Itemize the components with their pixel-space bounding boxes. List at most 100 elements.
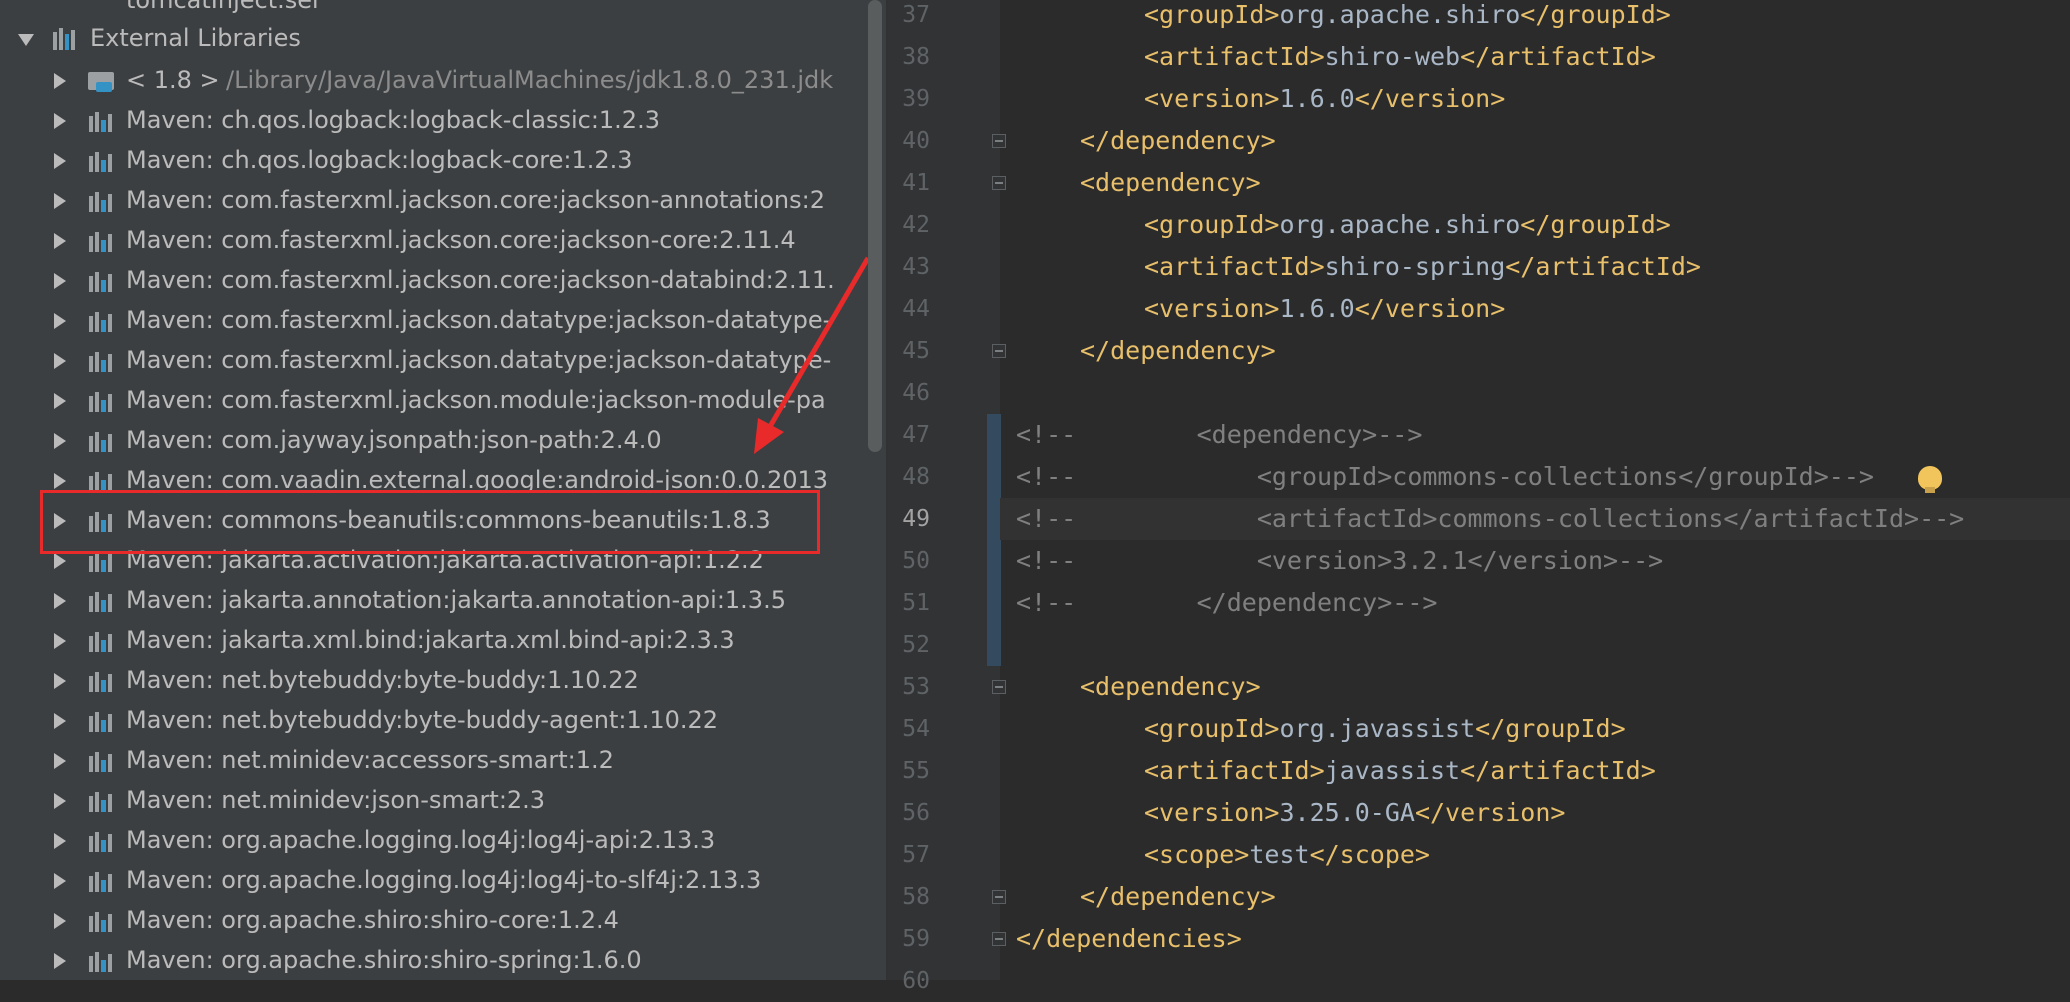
library-icon <box>89 832 112 852</box>
fold-marker-icon[interactable] <box>992 932 1006 946</box>
chevron-right-icon[interactable] <box>54 353 66 369</box>
tree-row-label: Maven: jakarta.annotation:jakarta.annota… <box>126 586 786 614</box>
tree-row-library[interactable]: Maven: ch.qos.logback:logback-core:1.2.3 <box>0 140 866 180</box>
tree-row-library[interactable]: Maven: org.apache.shiro:shiro-core:1.2.4 <box>0 900 866 940</box>
library-icon <box>89 472 112 492</box>
library-icon <box>89 312 112 332</box>
chevron-right-icon[interactable] <box>54 513 66 529</box>
tree-row-library[interactable]: Maven: net.bytebuddy:byte-buddy:1.10.22 <box>0 660 866 700</box>
tree-row-library[interactable]: Maven: net.bytebuddy:byte-buddy-agent:1.… <box>0 700 866 740</box>
tree-row-library[interactable]: Maven: net.minidev:json-smart:2.3 <box>0 780 866 820</box>
code-line[interactable]: <artifactId>javassist</artifactId> <box>1144 750 1656 792</box>
code-line[interactable]: <scope>test</scope> <box>1144 834 1430 876</box>
tree-row-library[interactable]: Maven: ch.qos.logback:logback-classic:1.… <box>0 100 866 140</box>
vcs-change-marker[interactable] <box>987 414 1001 666</box>
tree-row-library[interactable]: Maven: jakarta.annotation:jakarta.annota… <box>0 580 866 620</box>
library-icon <box>89 392 112 412</box>
library-icon <box>89 952 112 972</box>
code-line[interactable]: <artifactId>shiro-web</artifactId> <box>1144 36 1656 78</box>
annotation-arrow <box>754 256 871 454</box>
fold-marker-icon[interactable] <box>992 176 1006 190</box>
code-line[interactable]: </dependency> <box>1080 330 1276 372</box>
chevron-right-icon[interactable] <box>54 713 66 729</box>
code-line[interactable]: <version>1.6.0</version> <box>1144 78 1505 120</box>
library-icon <box>89 272 112 292</box>
chevron-down-icon[interactable] <box>18 34 34 46</box>
chevron-right-icon[interactable] <box>54 473 66 489</box>
code-line[interactable]: <groupId>org.javassist</groupId> <box>1144 708 1626 750</box>
code-line[interactable]: <!-- <version>3.2.1</version>--> <box>1016 540 1663 582</box>
tree-row-label: Maven: jakarta.activation:jakarta.activa… <box>126 546 764 574</box>
library-icon <box>89 592 112 612</box>
tree-row-library[interactable]: Maven: net.minidev:accessors-smart:1.2 <box>0 740 866 780</box>
chevron-right-icon[interactable] <box>54 113 66 129</box>
line-number: 49 <box>902 506 930 532</box>
chevron-right-icon[interactable] <box>54 73 66 89</box>
code-line[interactable]: <artifactId>shiro-spring</artifactId> <box>1144 246 1701 288</box>
library-icon <box>89 152 112 172</box>
chevron-right-icon[interactable] <box>54 393 66 409</box>
chevron-right-icon[interactable] <box>54 593 66 609</box>
tree-row-library[interactable]: Maven: org.apache.logging.log4j:log4j-ap… <box>0 820 866 860</box>
code-line[interactable]: <!-- </dependency>--> <box>1016 582 1437 624</box>
code-line[interactable]: <groupId>org.apache.shiro</groupId> <box>1144 204 1671 246</box>
chevron-right-icon[interactable] <box>54 913 66 929</box>
lightbulb-icon[interactable] <box>1918 466 1942 493</box>
code-line[interactable]: </dependency> <box>1080 120 1276 162</box>
tree-row-label: Maven: net.bytebuddy:byte-buddy-agent:1.… <box>126 706 719 734</box>
code-line[interactable]: <!-- <artifactId>commons-collections</ar… <box>1016 498 1964 540</box>
code-line[interactable]: </dependency> <box>1080 876 1276 918</box>
code-line[interactable]: <version>1.6.0</version> <box>1144 288 1505 330</box>
chevron-right-icon[interactable] <box>54 753 66 769</box>
library-icon <box>89 712 112 732</box>
chevron-right-icon[interactable] <box>54 873 66 889</box>
chevron-right-icon[interactable] <box>54 193 66 209</box>
fold-marker-icon[interactable] <box>992 344 1006 358</box>
tree-row-library[interactable]: Maven: jakarta.xml.bind:jakarta.xml.bind… <box>0 620 866 660</box>
fold-marker-icon[interactable] <box>992 680 1006 694</box>
chevron-right-icon[interactable] <box>54 673 66 689</box>
tree-scrollbar[interactable] <box>868 0 882 452</box>
chevron-right-icon[interactable] <box>54 793 66 809</box>
tree-row-library[interactable]: < 1.8 >/Library/Java/JavaVirtualMachines… <box>0 60 866 100</box>
line-number: 52 <box>902 632 930 658</box>
code-line[interactable]: <!-- <groupId>commons-collections</group… <box>1016 456 1874 498</box>
tree-row-library[interactable]: Maven: com.fasterxml.jackson.core:jackso… <box>0 180 866 220</box>
library-icon <box>53 28 75 50</box>
tree-row-library[interactable]: Maven: org.apache.logging.log4j:log4j-to… <box>0 860 866 900</box>
library-icon <box>89 512 112 532</box>
fold-marker-icon[interactable] <box>992 890 1006 904</box>
tree-section-external-libraries[interactable]: External Libraries <box>0 18 866 58</box>
tree-row-library[interactable]: Maven: jakarta.activation:jakarta.activa… <box>0 540 866 580</box>
code-line[interactable]: <groupId>org.apache.shiro</groupId> <box>1144 0 1671 36</box>
line-number: 39 <box>902 86 930 112</box>
code-line[interactable]: <dependency> <box>1080 666 1261 708</box>
library-icon <box>89 192 112 212</box>
code-line[interactable]: <version>3.25.0-GA</version> <box>1144 792 1565 834</box>
tree-row-label: Maven: commons-beanutils:commons-beanuti… <box>126 506 771 534</box>
tree-row-library[interactable]: Maven: org.apache.shiro:shiro-spring:1.6… <box>0 940 866 980</box>
tree-row-file[interactable]: tomcatInject.ser <box>0 0 866 20</box>
chevron-right-icon[interactable] <box>54 553 66 569</box>
chevron-right-icon[interactable] <box>54 273 66 289</box>
chevron-right-icon[interactable] <box>54 153 66 169</box>
chevron-right-icon[interactable] <box>54 633 66 649</box>
tree-row-label: Maven: ch.qos.logback:logback-core:1.2.3 <box>126 146 633 174</box>
tree-row-library[interactable]: Maven: commons-beanutils:commons-beanuti… <box>0 500 866 540</box>
tree-row-label: Maven: com.fasterxml.jackson.core:jackso… <box>126 186 825 214</box>
line-number: 55 <box>902 758 930 784</box>
chevron-right-icon[interactable] <box>54 953 66 969</box>
line-number: 51 <box>902 590 930 616</box>
code-editor[interactable]: 37 38 39 40 41 42 43 44 45 46 47 48 49 50 51 52 53 54 55 56… <box>888 0 2070 994</box>
code-line[interactable]: <dependency> <box>1080 162 1261 204</box>
editor-gutter: 37 38 39 40 41 42 43 44 45 46 47 48 49 50 51 52 53 54 55 56… <box>888 0 1000 994</box>
code-line[interactable]: <!-- <dependency>--> <box>1016 414 1422 456</box>
chevron-right-icon[interactable] <box>54 833 66 849</box>
code-line[interactable]: </dependencies> <box>1016 918 1242 960</box>
tree-row-label: Maven: jakarta.xml.bind:jakarta.xml.bind… <box>126 626 735 654</box>
fold-marker-icon[interactable] <box>992 134 1006 148</box>
chevron-right-icon[interactable] <box>54 313 66 329</box>
chevron-right-icon[interactable] <box>54 433 66 449</box>
chevron-right-icon[interactable] <box>54 233 66 249</box>
line-number: 41 <box>902 170 930 196</box>
